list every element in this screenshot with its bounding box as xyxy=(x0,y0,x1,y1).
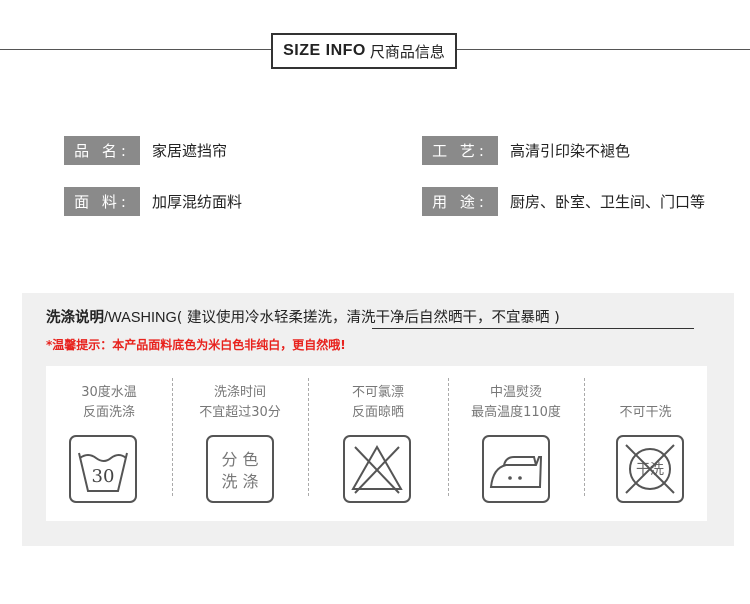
info-label: 用 途: xyxy=(422,187,498,216)
info-value: 家居遮挡帘 xyxy=(152,142,228,160)
wash-30-icon: 30 xyxy=(69,435,137,503)
page-title-zh: 尺商品信息 xyxy=(369,42,445,61)
care-item-text-2: 反面晾晒 xyxy=(351,405,404,420)
info-item-fabric: 面 料: 加厚混纺面料 xyxy=(64,187,242,216)
care-instructions-card: 30度水温 反面洗涤 30 洗涤时间 不宜超过30分 分 色 洗 涤 不可氯漂 xyxy=(46,366,707,521)
care-item-text-2: 不宜超过30分 xyxy=(199,405,281,420)
wash-30-icon-text: 30 xyxy=(92,466,115,487)
care-warning: *温馨提示：本产品面料底色为米白色非纯白，更自然哦! xyxy=(46,338,346,352)
no-bleach-icon xyxy=(343,435,411,503)
page-title-en: SIZE INFO xyxy=(283,42,366,59)
care-item-text-1: 不可氯漂 xyxy=(351,385,404,400)
care-title-zh: 洗涤说明 xyxy=(46,310,104,326)
info-label: 面 料: xyxy=(64,187,140,216)
info-value: 厨房、卧室、卫生间、门口等 xyxy=(510,193,706,211)
care-item-no-bleach: 不可氯漂 反面晾晒 xyxy=(308,366,448,521)
separate-wash-icon-text-2: 洗 涤 xyxy=(221,472,258,491)
care-item-text-1: 30度水温 xyxy=(81,385,137,400)
care-title: 洗涤说明/WASHING( 建议使用冷水轻柔搓洗，清洗干净后自然晒干，不宜暴晒 … xyxy=(46,306,560,327)
care-item-separate-wash: 洗涤时间 不宜超过30分 分 色 洗 涤 xyxy=(172,366,308,521)
info-item-craft: 工 艺: 高清引印染不褪色 xyxy=(422,136,630,165)
care-item-text-2: 反面洗涤 xyxy=(82,405,135,420)
care-item-text-1: 洗涤时间 xyxy=(213,385,266,400)
separate-wash-icon: 分 色 洗 涤 xyxy=(206,435,274,503)
header-line-right xyxy=(457,49,750,50)
care-title-underline xyxy=(372,328,694,329)
care-panel: 洗涤说明/WASHING( 建议使用冷水轻柔搓洗，清洗干净后自然晒干，不宜暴晒 … xyxy=(22,293,734,546)
info-value: 加厚混纺面料 xyxy=(152,193,243,211)
care-item-text-1: 不可干洗 xyxy=(619,405,672,420)
info-item-usage: 用 途: 厨房、卧室、卫生间、门口等 xyxy=(422,187,705,216)
care-title-en: /WASHING xyxy=(104,310,177,326)
info-label: 工 艺: xyxy=(422,136,498,165)
no-dry-clean-icon: 干洗 xyxy=(616,435,684,503)
page-title: SIZE INFO 尺商品信息 xyxy=(271,33,457,69)
header-line-left xyxy=(0,49,271,50)
care-item-text-1: 中温熨烫 xyxy=(489,385,542,400)
care-item-iron: 中温熨烫 最高温度110度 xyxy=(448,366,584,521)
care-title-note: ( 建议使用冷水轻柔搓洗，清洗干净后自然晒干，不宜暴晒 ) xyxy=(176,310,560,326)
info-item-name: 品 名: 家居遮挡帘 xyxy=(64,136,227,165)
care-item-wash-30: 30度水温 反面洗涤 30 xyxy=(46,366,172,521)
care-item-no-dry-clean: 不可干洗 干洗 xyxy=(584,366,707,521)
separate-wash-icon-text-1: 分 色 xyxy=(221,450,258,469)
care-item-text-2: 最高温度110度 xyxy=(471,405,561,420)
info-label: 品 名: xyxy=(64,136,140,165)
info-value: 高清引印染不褪色 xyxy=(510,142,631,160)
iron-medium-icon xyxy=(482,435,550,503)
